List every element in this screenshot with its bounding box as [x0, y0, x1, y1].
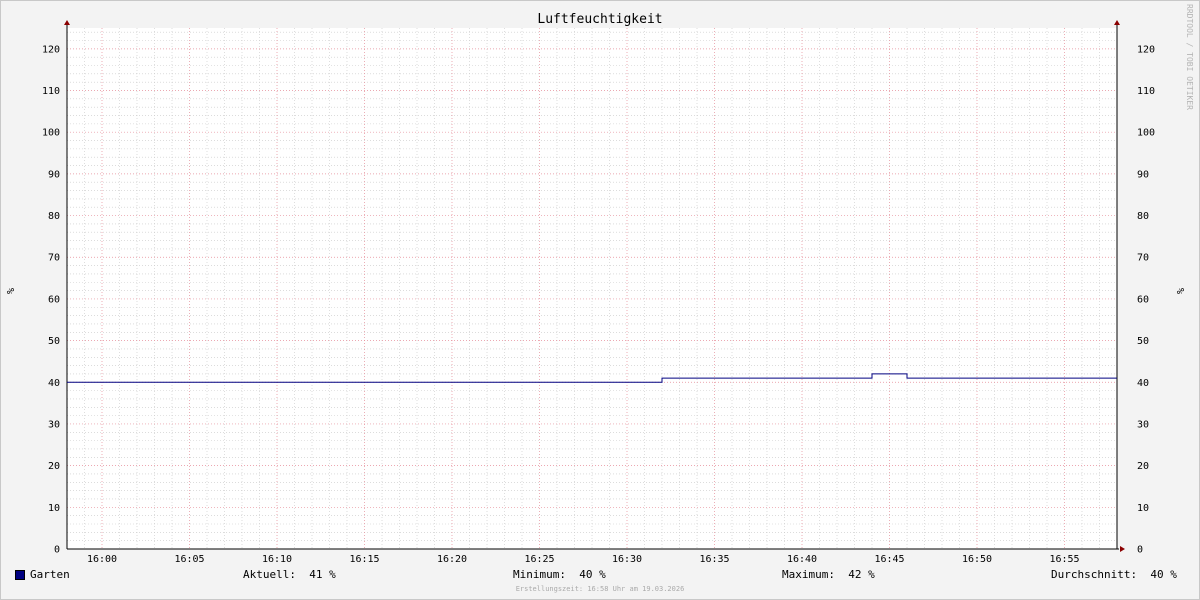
legend-min-label: Minimum: — [513, 568, 566, 581]
y-axis-right-arrow — [1114, 20, 1120, 25]
x-tick-label: 16:15 — [349, 554, 379, 565]
y-tick-label-left: 100 — [42, 128, 60, 139]
x-tick-label: 16:50 — [962, 554, 992, 565]
y-tick-label-right: 90 — [1137, 169, 1149, 180]
x-tick-label: 16:30 — [612, 554, 642, 565]
legend-maximum: Maximum: 42 % — [782, 568, 875, 581]
y-tick-label-right: 40 — [1137, 378, 1149, 389]
chart-title: Luftfeuchtigkeit — [537, 12, 662, 27]
x-tick-label: 16:35 — [699, 554, 729, 565]
legend-minimum: Minimum: 40 % — [513, 568, 606, 581]
y-tick-label-right: 110 — [1137, 86, 1155, 97]
y-tick-label-left: 0 — [54, 545, 60, 556]
legend-average: Durchschnitt: 40 % — [1051, 568, 1177, 581]
x-tick-label: 16:40 — [787, 554, 817, 565]
y-tick-label-left: 50 — [48, 336, 60, 347]
y-tick-label-right: 100 — [1137, 128, 1155, 139]
legend-current-value: 41 % — [309, 568, 336, 581]
y-tick-label-right: 80 — [1137, 211, 1149, 222]
x-tick-label: 16:00 — [87, 554, 117, 565]
y-tick-label-left: 90 — [48, 169, 60, 180]
footer-timestamp: Erstellungszeit: 16:58 Uhr am 19.03.2026 — [515, 585, 685, 593]
legend-max-value: 42 % — [848, 568, 875, 581]
y-tick-label-left: 80 — [48, 211, 60, 222]
y-tick-label-left: 60 — [48, 294, 60, 305]
y-tick-label-right: 70 — [1137, 253, 1149, 264]
legend-max-label: Maximum: — [782, 568, 835, 581]
x-tick-label: 16:10 — [262, 554, 292, 565]
x-tick-label: 16:05 — [174, 554, 204, 565]
legend-series-name: Garten — [30, 568, 70, 581]
y-tick-label-right: 50 — [1137, 336, 1149, 347]
humidity-chart: Luftfeuchtigkeit RRDTOOL / TOBI OETIKER … — [4, 4, 1194, 565]
y-tick-label-right: 0 — [1137, 545, 1143, 556]
y-tick-label-left: 20 — [48, 461, 60, 472]
y-axis-left-arrow — [64, 20, 70, 25]
x-axis-arrow — [1120, 546, 1125, 552]
legend-avg-label: Durchschnitt: — [1051, 568, 1138, 581]
x-tick-label: 16:55 — [1049, 554, 1079, 565]
y-tick-label-right: 10 — [1137, 503, 1149, 514]
y-tick-label-left: 40 — [48, 378, 60, 389]
legend-avg-value: 40 % — [1150, 568, 1177, 581]
y-tick-label-right: 120 — [1137, 44, 1155, 55]
y-tick-label-left: 110 — [42, 86, 60, 97]
y-axis-label-right: % — [1174, 288, 1185, 294]
legend-current: Aktuell: 41 % — [243, 568, 336, 581]
y-tick-label-left: 120 — [42, 44, 60, 55]
y-tick-label-left: 30 — [48, 419, 60, 430]
x-tick-label: 16:20 — [437, 554, 467, 565]
legend-min-value: 40 % — [579, 568, 606, 581]
rrdtool-credit: RRDTOOL / TOBI OETIKER — [1185, 4, 1194, 110]
x-tick-label: 16:25 — [524, 554, 554, 565]
y-tick-label-right: 20 — [1137, 461, 1149, 472]
y-axis-label-left: % — [4, 288, 15, 294]
legend-swatch-garten — [15, 570, 25, 580]
y-tick-label-right: 60 — [1137, 294, 1149, 305]
y-tick-label-left: 70 — [48, 253, 60, 264]
y-tick-label-left: 10 — [48, 503, 60, 514]
x-tick-label: 16:45 — [874, 554, 904, 565]
legend-current-label: Aktuell: — [243, 568, 296, 581]
y-tick-label-right: 30 — [1137, 419, 1149, 430]
